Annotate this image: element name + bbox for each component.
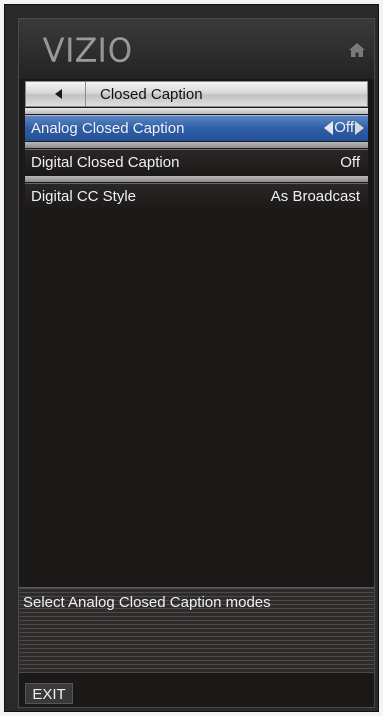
home-icon[interactable] bbox=[348, 41, 366, 59]
footer: EXIT bbox=[19, 673, 374, 707]
menu-item-label: Digital Closed Caption bbox=[31, 154, 180, 171]
tv-frame: VIZIO Closed Caption Analog Closed Capti… bbox=[4, 4, 379, 712]
menu-item-analog-closed-caption[interactable]: Analog Closed Caption Off bbox=[25, 108, 368, 141]
help-panel: Select Analog Closed Caption modes bbox=[19, 587, 374, 674]
breadcrumb-title: Closed Caption bbox=[100, 86, 203, 103]
right-arrow-icon[interactable] bbox=[355, 120, 364, 135]
row-separator bbox=[25, 142, 368, 148]
menu-item-label: Digital CC Style bbox=[31, 188, 137, 205]
vizio-logo: VIZIO bbox=[42, 33, 134, 69]
menu-item-value: As Broadcast bbox=[270, 188, 360, 205]
row-separator bbox=[25, 176, 368, 182]
exit-button[interactable]: EXIT bbox=[25, 683, 73, 704]
help-text: Select Analog Closed Caption modes bbox=[23, 594, 271, 611]
menu-item-label: Analog Closed Caption bbox=[31, 120, 185, 137]
menu-list: Analog Closed Caption Off Digital Closed… bbox=[25, 108, 368, 217]
breadcrumb: Closed Caption bbox=[25, 81, 368, 107]
menu-item-value-selector[interactable]: Off bbox=[324, 119, 364, 136]
left-triangle-icon bbox=[55, 89, 62, 99]
left-arrow-icon[interactable] bbox=[324, 120, 334, 135]
row-separator bbox=[25, 108, 368, 114]
menu-item-digital-cc-style[interactable]: Digital CC Style As Broadcast bbox=[25, 176, 368, 209]
menu-item-value: Off bbox=[340, 154, 360, 171]
header: VIZIO bbox=[19, 19, 374, 79]
menu-panel: VIZIO Closed Caption Analog Closed Capti… bbox=[18, 18, 375, 708]
menu-item-digital-closed-caption[interactable]: Digital Closed Caption Off bbox=[25, 142, 368, 175]
back-button[interactable] bbox=[26, 82, 86, 106]
menu-item-value: Off bbox=[334, 119, 354, 136]
